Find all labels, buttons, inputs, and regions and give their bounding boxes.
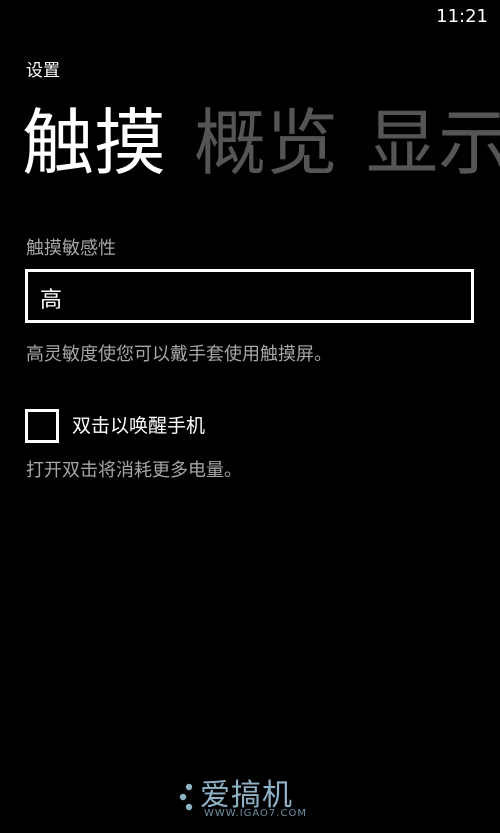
watermark-dots-icon [179,783,193,811]
app-title: 设置 [26,61,60,81]
touch-sensitivity-value: 高 [40,288,63,313]
watermark-logo: 爱搞机 WWW.IGAO7.COM [178,770,328,826]
touch-sensitivity-hint: 高灵敏度使您可以戴手套使用触摸屏。 [26,344,332,365]
pivot-item-overview[interactable]: 概览 [194,98,338,188]
status-time: 11:21 [436,6,488,27]
pivot-item-touch[interactable]: 触摸 [22,98,166,188]
double-tap-checkbox[interactable] [25,409,59,443]
double-tap-label[interactable]: 双击以唤醒手机 [72,411,205,438]
touch-sensitivity-select[interactable]: 高 [25,269,474,323]
touch-sensitivity-label: 触摸敏感性 [26,238,116,259]
watermark-url: WWW.IGAO7.COM [204,808,307,819]
pivot-item-display[interactable]: 显示 [366,98,500,188]
double-tap-hint: 打开双击将消耗更多电量。 [26,460,242,481]
pivot-header: 触摸 概览 显示 [22,98,500,188]
